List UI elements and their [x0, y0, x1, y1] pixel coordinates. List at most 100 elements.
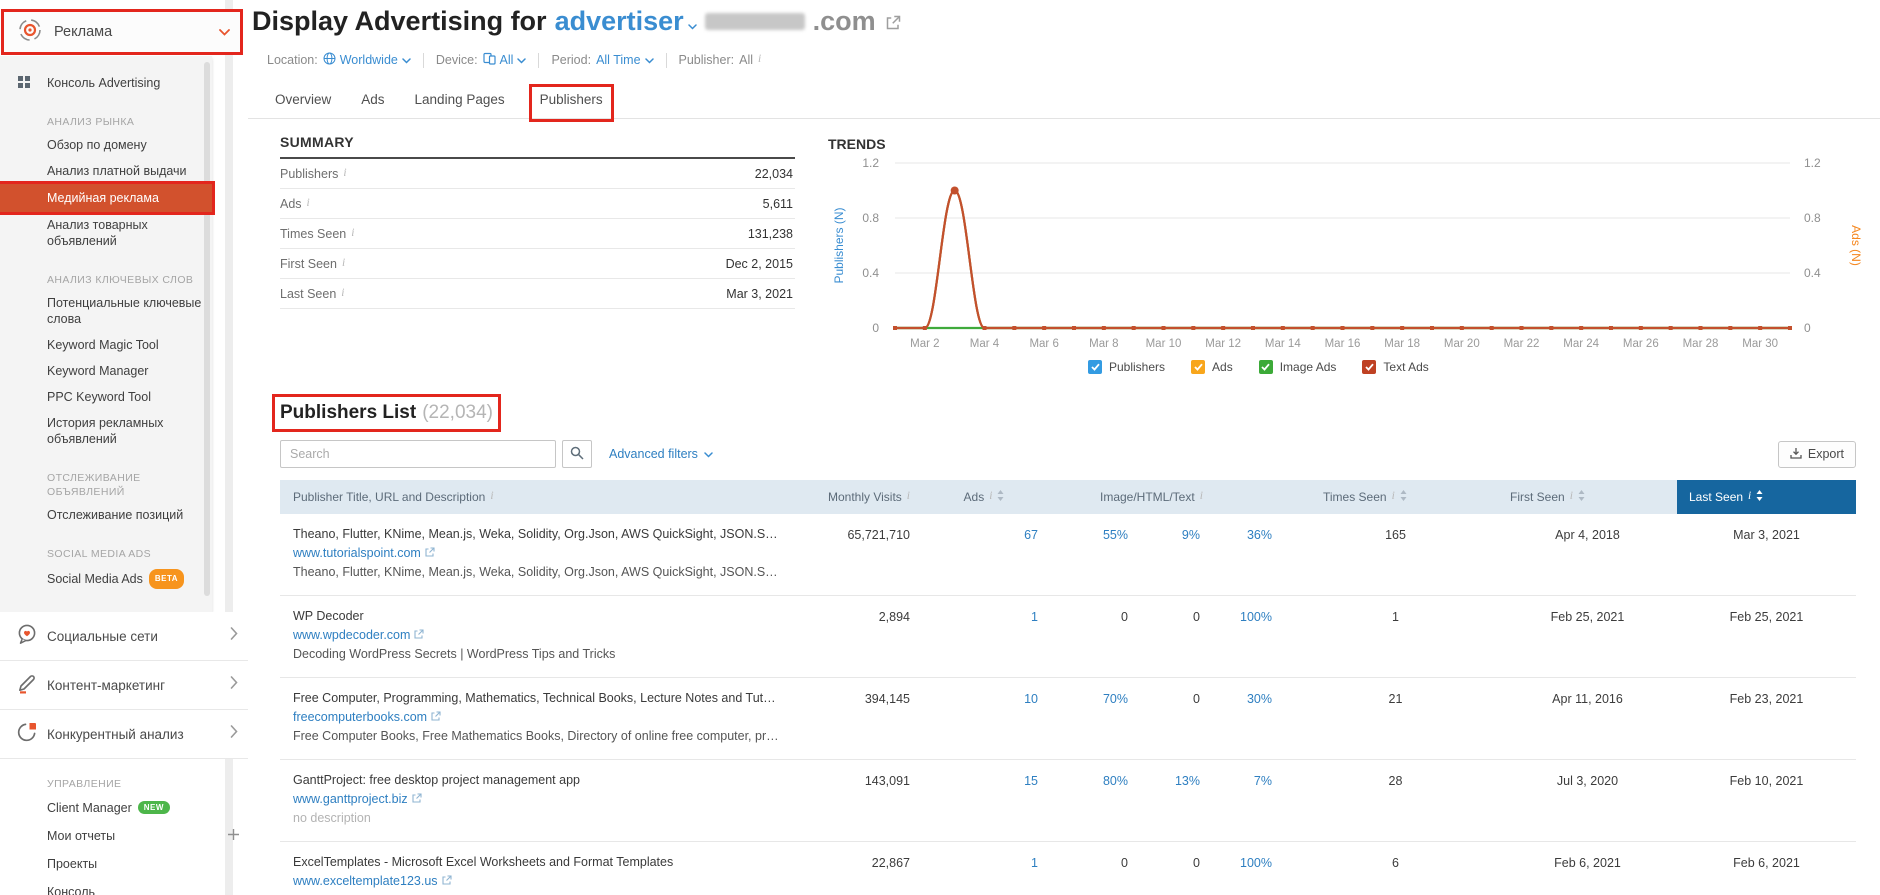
column-header-ls[interactable]: Last Seeni: [1677, 480, 1856, 514]
sort-arrows-icon[interactable]: [1400, 490, 1407, 504]
filter-value-dropdown[interactable]: All: [483, 52, 527, 68]
filter-value-dropdown[interactable]: All Time: [596, 53, 653, 67]
sidebar-tool-pencil[interactable]: Контент-маркетинг: [0, 661, 248, 710]
column-header-pub[interactable]: Publisher Title, URL and Descriptioni: [280, 480, 790, 514]
tab-publishers[interactable]: Publishers: [533, 88, 610, 118]
column-header-ads[interactable]: Adsi: [920, 480, 1048, 514]
column-header-ts[interactable]: Times Seeni: [1293, 480, 1498, 514]
export-label: Export: [1808, 447, 1844, 461]
sidebar-item[interactable]: История рекламных объявлений: [0, 410, 212, 452]
publisher-description: Free Computer Books, Free Mathematics Bo…: [293, 729, 780, 743]
sidebar-item[interactable]: Client ManagerNEW: [0, 794, 248, 822]
ratio-value[interactable]: 30%: [1208, 692, 1280, 759]
ratio-value[interactable]: 100%: [1208, 856, 1280, 895]
ratio-value[interactable]: 36%: [1208, 528, 1280, 595]
sidebar-item[interactable]: Отслеживание позиций: [0, 502, 212, 528]
tab-landing-pages[interactable]: Landing Pages: [413, 88, 507, 118]
column-header-fs[interactable]: First Seeni: [1498, 480, 1677, 514]
external-link-icon[interactable]: [414, 628, 424, 642]
sidebar-item[interactable]: Консоль: [0, 878, 248, 895]
info-icon: i: [1200, 491, 1203, 503]
target-icon: [17, 17, 43, 48]
last-seen-cell: Feb 10, 2021: [1677, 760, 1856, 841]
image-html-text-cell: 00100%: [1048, 842, 1293, 895]
filter-separator: [666, 53, 667, 68]
sidebar-tool-switcher[interactable]: Реклама: [4, 12, 240, 52]
external-link-icon[interactable]: [431, 710, 441, 724]
sidebar-item[interactable]: Обзор по домену: [0, 132, 212, 158]
sidebar-item[interactable]: Keyword Manager: [0, 358, 212, 384]
sidebar-item[interactable]: Медийная реклама: [0, 184, 212, 212]
info-icon: i: [341, 288, 344, 300]
legend-checkbox[interactable]: [1088, 360, 1102, 374]
sidebar-item[interactable]: Анализ платной выдачи: [0, 158, 212, 184]
ratio-value[interactable]: 9%: [1136, 528, 1208, 595]
sidebar-item[interactable]: Потенциальные ключевые слова: [0, 290, 212, 332]
sidebar-item[interactable]: Анализ товарных объявлений: [0, 212, 212, 254]
sidebar-scrollbar[interactable]: [204, 62, 210, 596]
ads-count-cell[interactable]: 67: [920, 514, 1048, 595]
external-link-icon[interactable]: [442, 874, 452, 888]
sidebar-item[interactable]: Консоль Advertising: [0, 70, 212, 96]
legend-checkbox[interactable]: [1191, 360, 1205, 374]
ratio-value[interactable]: 13%: [1136, 774, 1208, 841]
pencil-icon: [15, 671, 39, 700]
tab-ads[interactable]: Ads: [359, 88, 386, 118]
publisher-url-link[interactable]: www.wpdecoder.com: [293, 628, 410, 642]
ads-count-cell[interactable]: 10: [920, 678, 1048, 759]
legend-item-image-ads[interactable]: Image Ads: [1259, 360, 1337, 374]
sidebar-item[interactable]: Проекты: [0, 850, 248, 878]
publisher-url-link[interactable]: www.ganttproject.biz: [293, 792, 408, 806]
chevron-down-icon: [688, 6, 697, 37]
title-prefix: Display Advertising for: [252, 6, 547, 37]
ratio-value[interactable]: 100%: [1208, 610, 1280, 677]
column-header-iht[interactable]: Image/HTML/Texti: [1048, 480, 1293, 514]
search-input[interactable]: [280, 440, 556, 468]
publisher-url-link[interactable]: freecomputerbooks.com: [293, 710, 427, 724]
external-link-icon[interactable]: [412, 792, 422, 806]
ads-count-cell[interactable]: 1: [920, 596, 1048, 677]
external-link-icon[interactable]: [886, 6, 901, 37]
ads-count-cell[interactable]: 1: [920, 842, 1048, 895]
ratio-value[interactable]: 7%: [1208, 774, 1280, 841]
ratio-value[interactable]: 55%: [1048, 528, 1136, 595]
legend-item-publishers[interactable]: Publishers: [1088, 360, 1165, 374]
sidebar-section-label: ОТСЛЕЖИВАНИЕ ОБЪЯВЛЕНИЙ: [0, 467, 212, 502]
sidebar-item[interactable]: Мои отчеты: [0, 822, 248, 850]
plus-icon[interactable]: [227, 828, 240, 844]
sidebar-item[interactable]: Keyword Magic Tool: [0, 332, 212, 358]
search-button[interactable]: [562, 440, 592, 468]
advertiser-dropdown[interactable]: advertiser: [555, 6, 697, 37]
sort-arrows-icon[interactable]: [1578, 490, 1585, 504]
filter-value-dropdown[interactable]: Worldwide: [323, 52, 411, 68]
legend-item-ads[interactable]: Ads: [1191, 360, 1233, 374]
sidebar-item[interactable]: Social Media AdsBETA: [0, 564, 212, 594]
column-header-mv[interactable]: Monthly Visitsi: [790, 480, 920, 514]
sort-arrows-icon[interactable]: [1756, 490, 1763, 504]
publisher-url-link[interactable]: www.tutorialspoint.com: [293, 546, 421, 560]
x-axis-tick: Mar 18: [1384, 338, 1420, 350]
advanced-filters-toggle[interactable]: Advanced filters: [609, 447, 713, 461]
sidebar-management: УПРАВЛЕНИЕ Client ManagerNEWМои отчетыПр…: [0, 759, 248, 895]
data-marker: [1669, 326, 1673, 330]
legend-checkbox[interactable]: [1362, 360, 1376, 374]
legend-item-text-ads[interactable]: Text Ads: [1362, 360, 1428, 374]
sort-arrows-icon[interactable]: [997, 490, 1004, 504]
times-seen-cell: 6: [1293, 842, 1498, 895]
chevron-right-icon: [230, 676, 238, 694]
publisher-url-link[interactable]: www.exceltemplate123.us: [293, 874, 438, 888]
sidebar-tool-pie[interactable]: Конкурентный анализ: [0, 710, 248, 759]
ratio-value[interactable]: 70%: [1048, 692, 1136, 759]
sidebar-tool-chat[interactable]: Социальные сети: [0, 612, 248, 661]
legend-checkbox[interactable]: [1259, 360, 1273, 374]
data-marker: [1728, 326, 1732, 330]
sidebar-item[interactable]: PPC Keyword Tool: [0, 384, 212, 410]
chat-icon: [15, 622, 39, 651]
ratio-value[interactable]: 80%: [1048, 774, 1136, 841]
export-button[interactable]: Export: [1778, 441, 1856, 468]
summary-label-text: First Seen: [280, 257, 337, 271]
external-link-icon[interactable]: [425, 546, 435, 560]
last-seen-cell: Feb 25, 2021: [1677, 596, 1856, 677]
tab-overview[interactable]: Overview: [273, 88, 333, 118]
ads-count-cell[interactable]: 15: [920, 760, 1048, 841]
